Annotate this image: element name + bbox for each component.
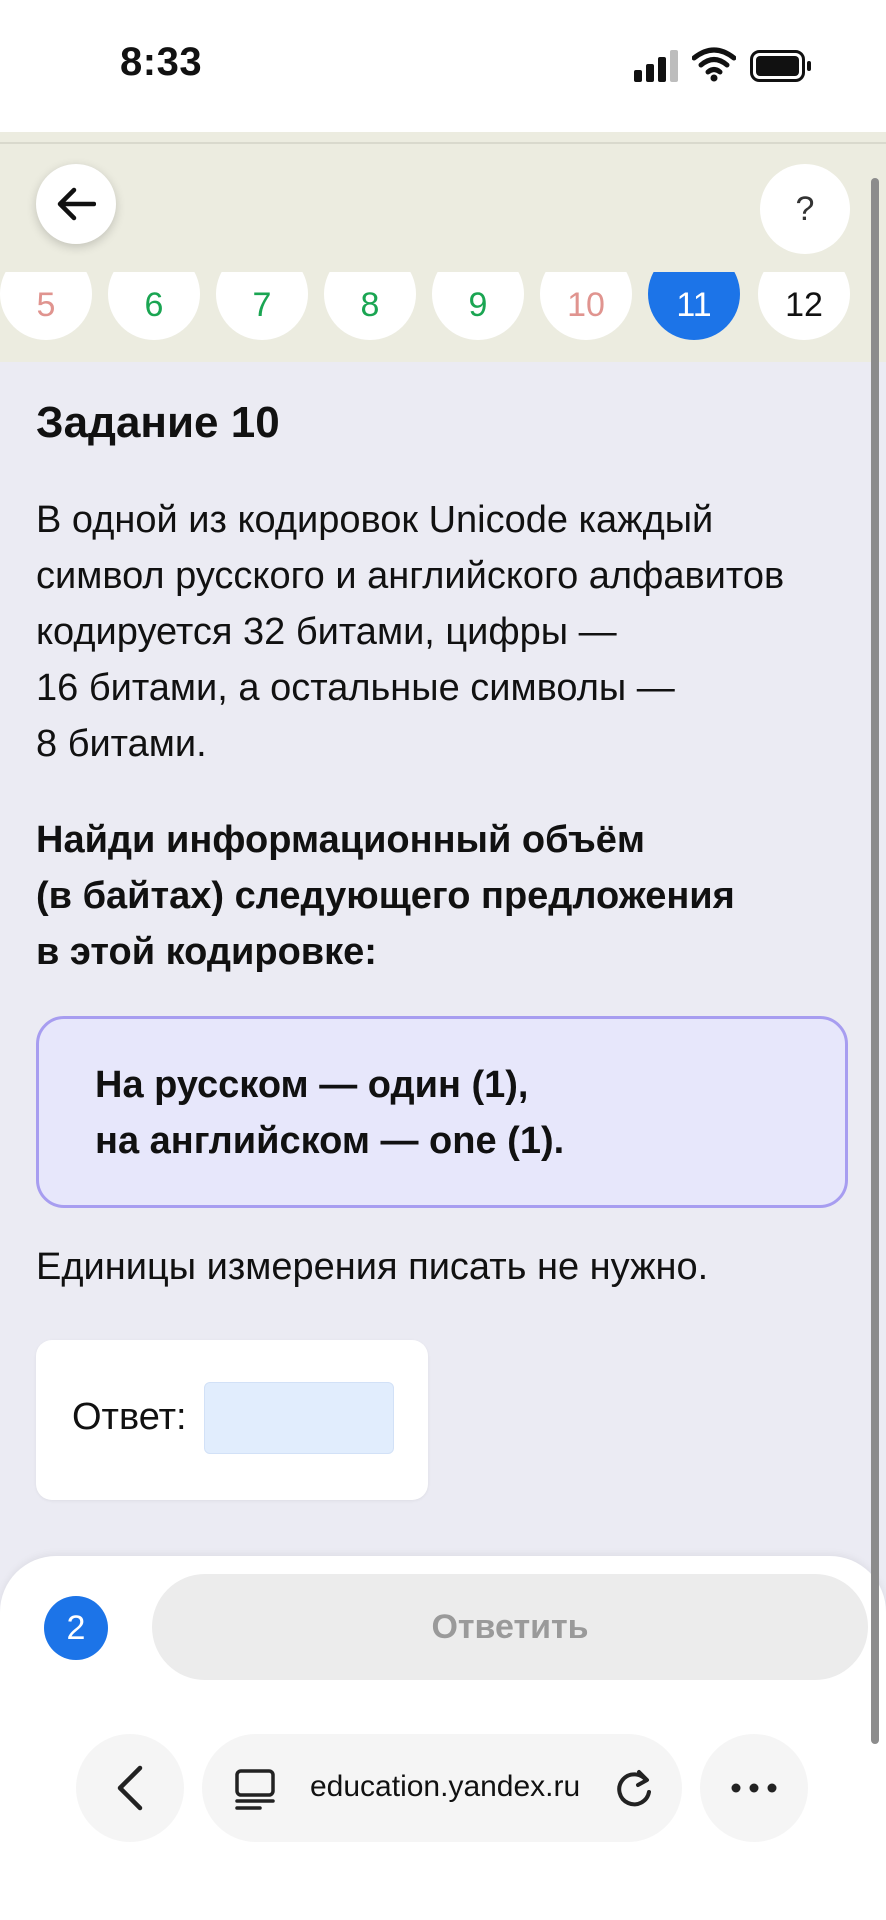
submit-button[interactable]: Ответить: [152, 1574, 868, 1680]
status-time: 8:33: [120, 40, 203, 84]
task-description-line: символ русского и английского алфавитов: [36, 555, 785, 597]
chevron-left-icon: [117, 1765, 143, 1811]
url-text[interactable]: education.yandex.ru: [310, 1770, 580, 1804]
sentence-line: На русском — один (1),: [95, 1064, 529, 1106]
task-question-line: Найди информационный объём: [36, 819, 646, 861]
answer-label: Ответ:: [72, 1396, 187, 1438]
wifi-icon: [692, 47, 736, 82]
units-note: Единицы измерения писать не нужно.: [36, 1246, 709, 1288]
task-question-line: в этой кодировке:: [36, 931, 377, 973]
task-title: Задание 10: [36, 398, 280, 447]
task-question-line: (в байтах) следующего предложения: [36, 875, 735, 917]
status-bar: 8:33: [0, 0, 886, 132]
task-description-line: 8 битами.: [36, 723, 207, 765]
help-button[interactable]: ?: [760, 164, 850, 254]
sentence-box: На русском — один (1), на английском — o…: [36, 1016, 848, 1208]
task-navigation: 5 6 7 8 9 10 11 12: [0, 272, 886, 342]
reload-icon[interactable]: [612, 1766, 656, 1810]
browser-back-button[interactable]: [76, 1734, 184, 1842]
answer-card: Ответ:: [36, 1340, 428, 1500]
task-description-line: кодируется 32 битами, цифры —: [36, 611, 617, 653]
task-nav-item-5[interactable]: 5: [0, 272, 92, 340]
scrollbar[interactable]: [871, 178, 879, 1744]
task-nav-item-11[interactable]: 11: [648, 272, 740, 340]
attempts-badge: 2: [44, 1596, 108, 1660]
answer-input[interactable]: [204, 1382, 394, 1454]
task-nav-item-6[interactable]: 6: [108, 272, 200, 340]
more-options-button[interactable]: [700, 1734, 808, 1842]
back-button[interactable]: [36, 164, 116, 244]
task-nav-item-12[interactable]: 12: [758, 272, 850, 340]
task-description-line: 16 битами, а остальные символы —: [36, 667, 675, 709]
sentence-line: на английском — one (1).: [95, 1120, 565, 1162]
task-question: Найди информационный объём (в байтах) сл…: [36, 812, 856, 980]
battery-icon: [750, 50, 811, 82]
tabs-icon[interactable]: [234, 1768, 276, 1810]
cellular-signal-icon: [634, 50, 680, 82]
task-nav-item-10[interactable]: 10: [540, 272, 632, 340]
task-nav-item-9[interactable]: 9: [432, 272, 524, 340]
task-description: В одной из кодировок Unicode каждый симв…: [36, 492, 856, 772]
header-divider: [0, 142, 886, 144]
address-bar[interactable]: education.yandex.ru: [202, 1734, 682, 1842]
task-description-line: В одной из кодировок Unicode каждый: [36, 499, 714, 541]
task-nav-item-8[interactable]: 8: [324, 272, 416, 340]
more-dots-icon: [731, 1783, 777, 1793]
sentence-text: На русском — один (1), на английском — o…: [95, 1057, 564, 1169]
arrow-left-icon: [57, 187, 96, 221]
task-nav-item-7[interactable]: 7: [216, 272, 308, 340]
